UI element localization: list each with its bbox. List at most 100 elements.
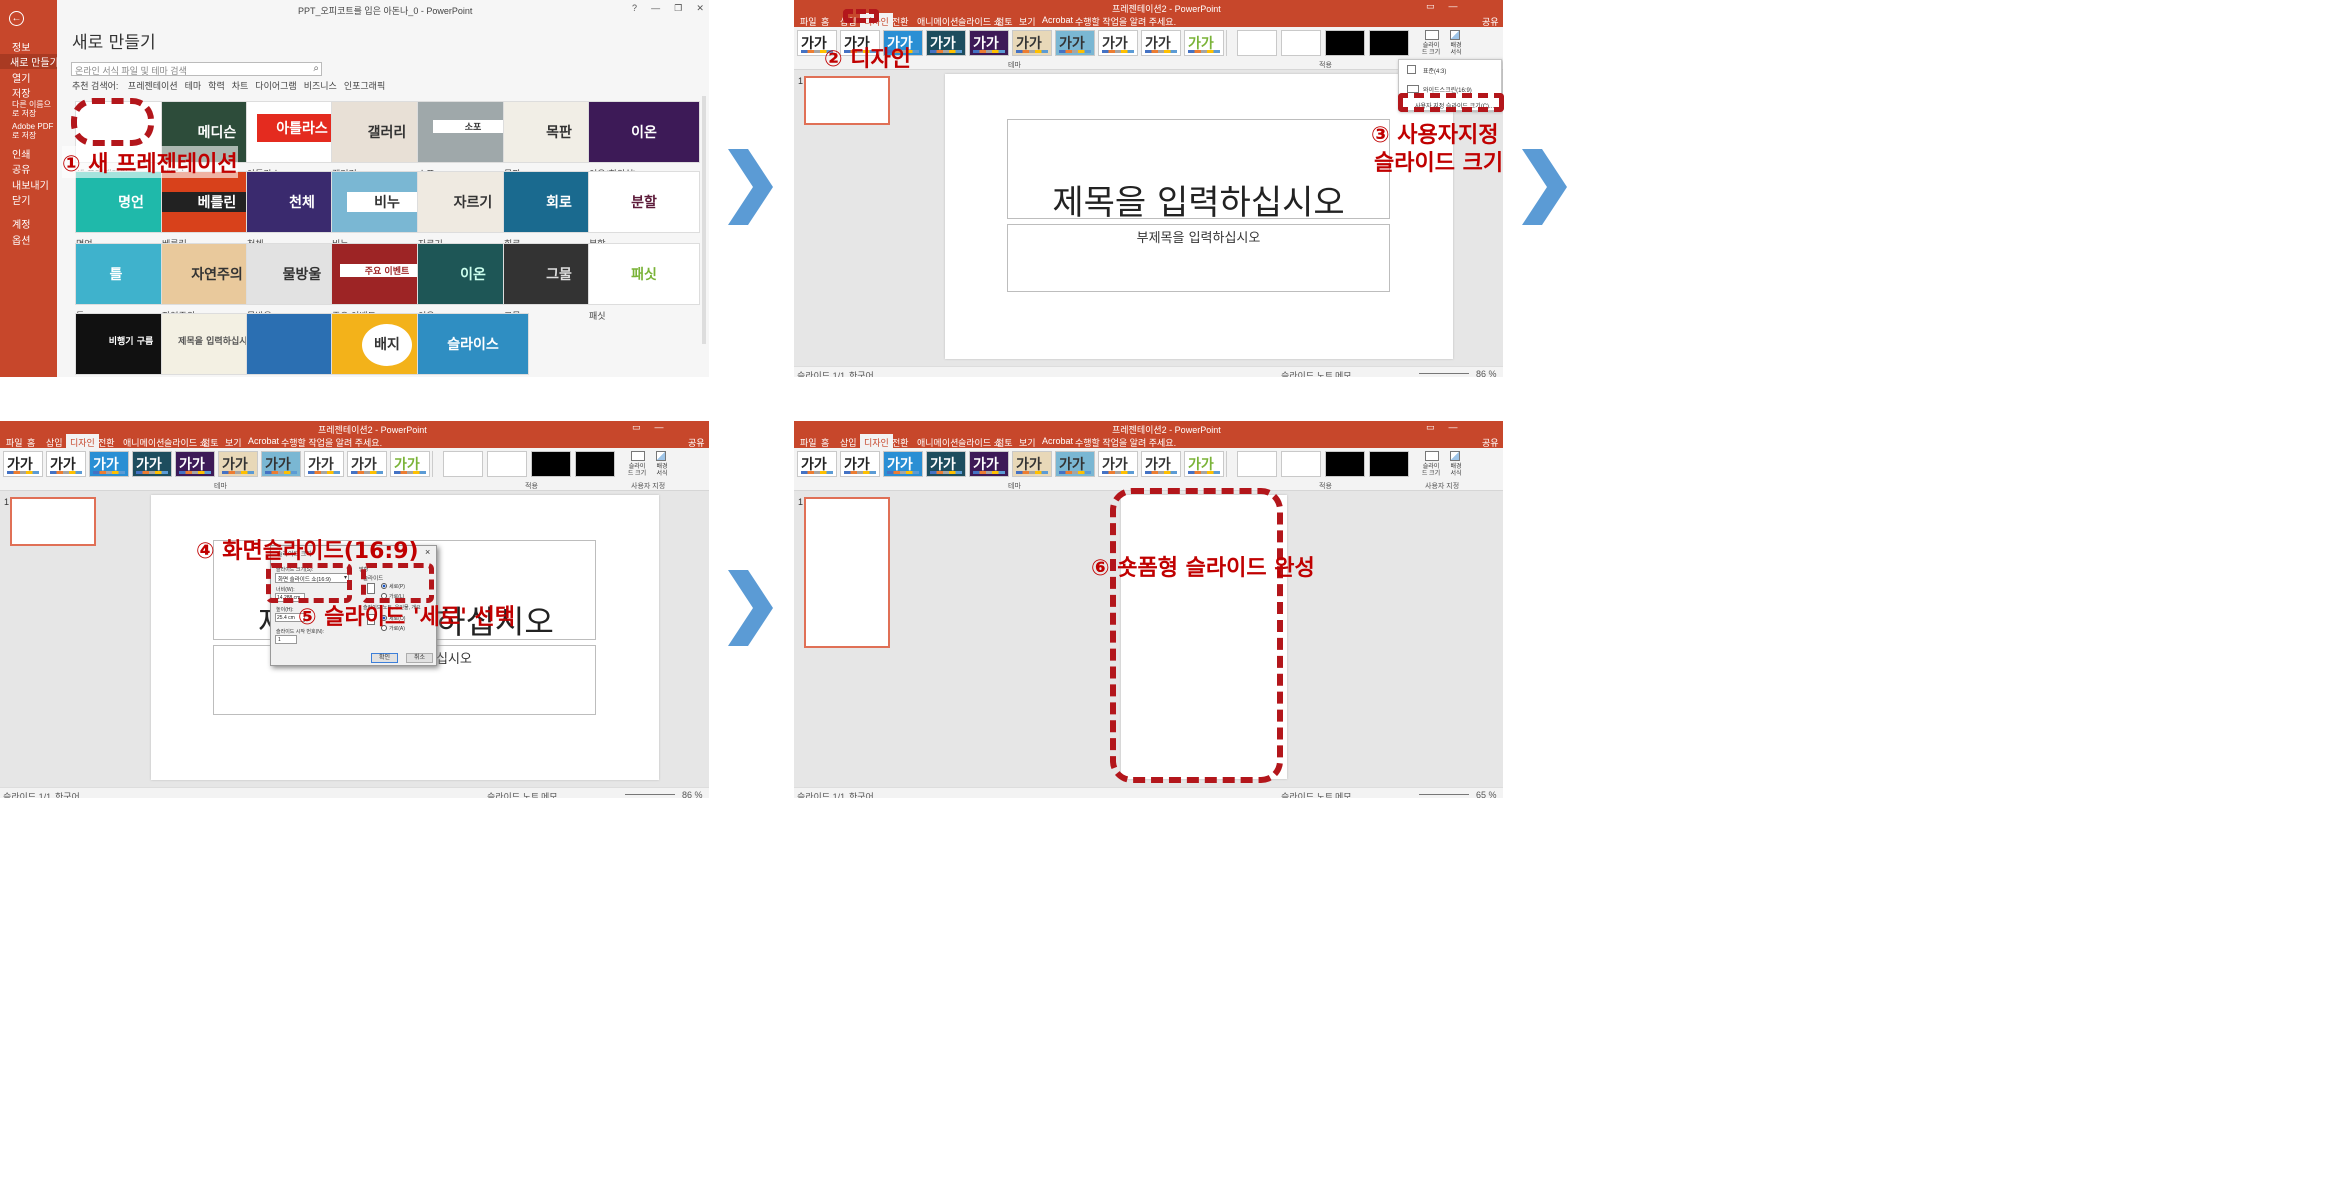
format-background-icon[interactable] — [656, 451, 666, 461]
backstage-item[interactable]: Adobe PDF로 저장 — [12, 122, 58, 140]
zoom-slider[interactable] — [1419, 794, 1469, 795]
template-tile[interactable]: 분할 — [588, 171, 700, 233]
subtitle-placeholder[interactable]: 부제목을 입력하십시오 — [1007, 224, 1390, 292]
variant-thumbnail[interactable] — [1369, 30, 1409, 56]
backstage-item[interactable]: 새로 만들기 — [0, 54, 59, 69]
zoom-slider[interactable] — [625, 794, 675, 795]
theme-thumbnail[interactable]: 가가 — [261, 451, 301, 477]
search-icon[interactable]: ⌕ — [313, 63, 319, 74]
suggested-item[interactable]: 테마 — [185, 81, 202, 91]
theme-thumbnail[interactable]: 가가 — [1098, 30, 1138, 56]
theme-thumbnail[interactable]: 가가 — [347, 451, 387, 477]
tab-3[interactable]: 디자인 — [66, 434, 99, 448]
theme-thumbnail[interactable]: 가가 — [926, 451, 966, 477]
back-arrow-icon[interactable]: ← — [9, 11, 24, 26]
slide-thumbnail[interactable] — [804, 497, 890, 648]
theme-thumbnail[interactable]: 가가 — [175, 451, 215, 477]
comments-button[interactable]: 메모 — [1335, 790, 1352, 798]
window-control[interactable]: ❐ — [674, 3, 682, 14]
search-input[interactable]: 온라인 서식 파일 및 테마 검색 — [75, 64, 187, 77]
zoom-slider[interactable] — [1419, 373, 1469, 374]
variant-thumbnail[interactable] — [1325, 451, 1365, 477]
theme-thumbnail[interactable]: 가가 — [3, 451, 43, 477]
scrollbar[interactable] — [702, 96, 706, 344]
theme-thumbnail[interactable]: 가가 — [1141, 451, 1181, 477]
notes-button[interactable]: 슬라이드 노트 — [1281, 369, 1333, 377]
variant-thumbnail[interactable] — [487, 451, 527, 477]
suggested-item[interactable]: 학력 — [208, 81, 225, 91]
backstage-item[interactable]: 다른 이름으로 저장 — [12, 100, 58, 118]
theme-scroll[interactable] — [1226, 30, 1232, 56]
backstage-item[interactable]: 닫기 — [12, 192, 30, 207]
backstage-item[interactable]: 내보내기 — [12, 177, 49, 192]
tab-9[interactable]: Acrobat — [248, 436, 279, 446]
suggested-item[interactable]: 인포그래픽 — [344, 81, 385, 91]
window-control[interactable]: ✕ — [696, 3, 704, 14]
slide-size-icon[interactable] — [631, 451, 645, 461]
zoom-level[interactable]: 86 % — [682, 790, 703, 798]
slide-thumbnail[interactable] — [10, 497, 96, 546]
format-background-button[interactable]: 배경 서식 — [1450, 464, 1462, 478]
theme-scroll[interactable] — [432, 451, 438, 477]
variant-thumbnail[interactable] — [531, 451, 571, 477]
backstage-item[interactable]: 저장 — [12, 85, 30, 100]
ok-button[interactable]: 확인 — [371, 653, 398, 663]
cancel-button[interactable]: 취소 — [406, 653, 433, 663]
suggested-item[interactable]: 프레젠테이션 — [128, 81, 178, 91]
variant-thumbnail[interactable] — [1281, 30, 1321, 56]
suggested-item[interactable]: 다이어그램 — [255, 81, 296, 91]
theme-scroll[interactable] — [1226, 451, 1232, 477]
theme-thumbnail[interactable]: 가가 — [390, 451, 430, 477]
format-background-icon[interactable] — [1450, 451, 1460, 461]
slide-size-button[interactable]: 슬라이드 크기 — [626, 464, 648, 478]
window-controls[interactable]: ? — ❐ ✕ — [632, 3, 704, 14]
theme-thumbnail[interactable]: 가가 — [797, 451, 837, 477]
theme-thumbnail[interactable]: 가가 — [969, 30, 1009, 56]
suggested-item[interactable]: 차트 — [232, 81, 249, 91]
theme-thumbnail[interactable]: 가가 — [1012, 30, 1052, 56]
variant-thumbnail[interactable] — [1237, 451, 1277, 477]
backstage-item[interactable]: 인쇄 — [12, 146, 30, 161]
theme-thumbnail[interactable]: 가가 — [1184, 30, 1224, 56]
backstage-item[interactable]: 열기 — [12, 70, 30, 85]
template-tile[interactable]: 슬라이스 — [417, 313, 529, 375]
theme-thumbnail[interactable]: 가가 — [840, 451, 880, 477]
theme-thumbnail[interactable]: 가가 — [89, 451, 129, 477]
theme-thumbnail[interactable]: 가가 — [926, 30, 966, 56]
suggested-item[interactable]: 비즈니스 — [304, 81, 337, 91]
variant-thumbnail[interactable] — [1281, 451, 1321, 477]
zoom-level[interactable]: 65 % — [1476, 790, 1497, 798]
theme-thumbnail[interactable]: 가가 — [1141, 30, 1181, 56]
format-background-button[interactable]: 배경 서식 — [656, 464, 668, 478]
status-language[interactable]: 한국어 — [849, 369, 874, 377]
slide-size-button[interactable]: 슬라이드 크기 — [1420, 464, 1442, 478]
status-language[interactable]: 한국어 — [849, 790, 874, 798]
notes-button[interactable]: 슬라이드 노트 — [487, 790, 539, 798]
theme-thumbnail[interactable]: 가가 — [1012, 451, 1052, 477]
variant-thumbnail[interactable] — [575, 451, 615, 477]
theme-thumbnail[interactable]: 가가 — [1098, 451, 1138, 477]
zoom-level[interactable]: 86 % — [1476, 369, 1497, 377]
close-icon[interactable]: × — [425, 547, 430, 557]
variant-thumbnail[interactable] — [443, 451, 483, 477]
backstage-item[interactable]: 계정 — [12, 216, 30, 231]
search-box[interactable]: 온라인 서식 파일 및 테마 검색 ⌕ — [71, 62, 322, 76]
comments-button[interactable]: 메모 — [541, 790, 558, 798]
status-language[interactable]: 한국어 — [55, 790, 80, 798]
theme-thumbnail[interactable]: 가가 — [969, 451, 1009, 477]
theme-thumbnail[interactable]: 가가 — [304, 451, 344, 477]
backstage-item[interactable]: 정보 — [12, 39, 30, 54]
tab-9[interactable]: Acrobat — [1042, 436, 1073, 446]
backstage-item[interactable]: 공유 — [12, 161, 30, 176]
theme-thumbnail[interactable]: 가가 — [883, 451, 923, 477]
format-background-button[interactable]: 배경 서식 — [1450, 43, 1462, 57]
backstage-item[interactable]: 옵션 — [12, 232, 30, 247]
slide-size-icon[interactable] — [1425, 30, 1439, 40]
variant-thumbnail[interactable] — [1369, 451, 1409, 477]
dropdown-standard[interactable]: 표준(4:3) — [1423, 66, 1446, 75]
theme-thumbnail[interactable]: 가가 — [218, 451, 258, 477]
format-background-icon[interactable] — [1450, 30, 1460, 40]
theme-thumbnail[interactable]: 가가 — [1055, 30, 1095, 56]
variant-thumbnail[interactable] — [1325, 30, 1365, 56]
theme-thumbnail[interactable]: 가가 — [46, 451, 86, 477]
